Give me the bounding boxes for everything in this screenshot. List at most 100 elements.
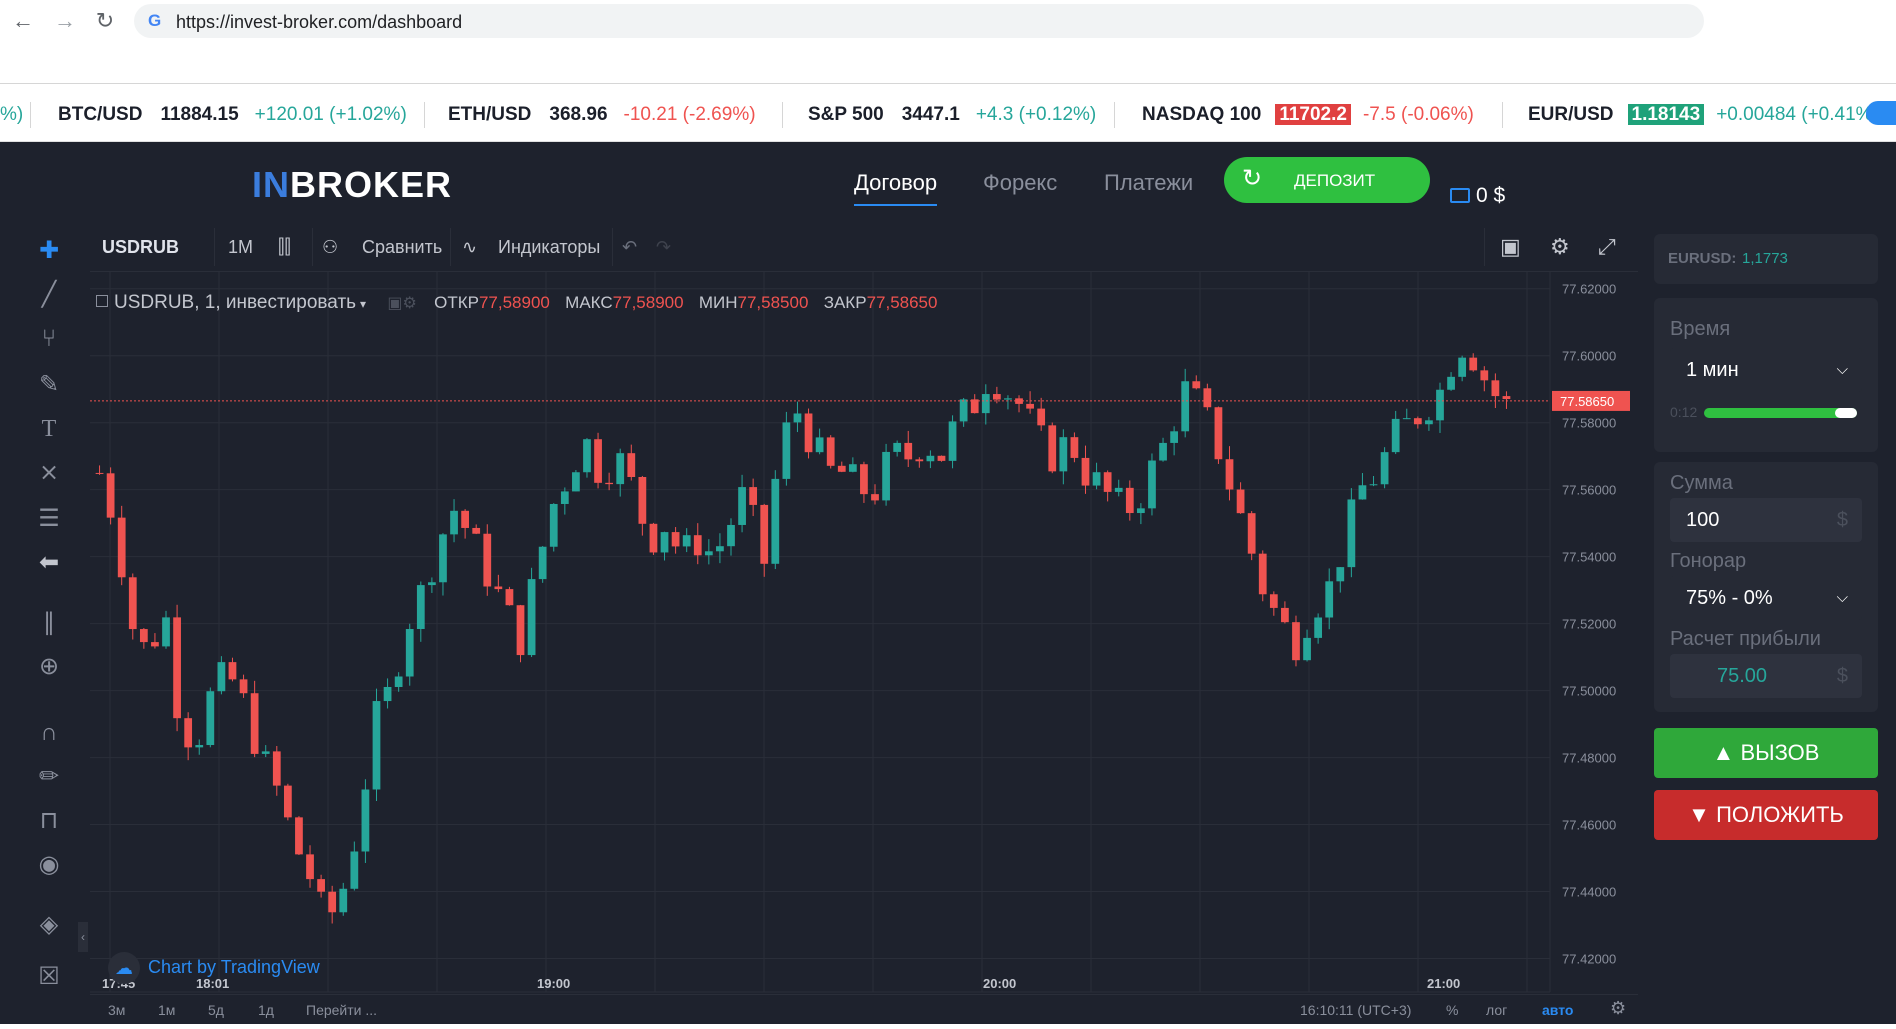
candle-body [1347, 499, 1356, 568]
candle-body [727, 524, 735, 547]
candle-body [538, 546, 547, 580]
put-button[interactable]: ▼ ПОЛОЖИТЬ [1654, 790, 1878, 840]
candle-body [572, 472, 580, 492]
scale-settings-icon[interactable]: ⚙ [1610, 998, 1626, 1019]
crosshair-icon[interactable]: ✚ [32, 234, 66, 268]
ticker-item-nasdaq[interactable]: NASDAQ 100 11702.2 -7.5 (-0.06%) [1142, 103, 1474, 127]
fullscreen-icon[interactable]: ⤢ [1598, 236, 1616, 258]
time-select[interactable]: 1 мин ⌵ [1670, 348, 1862, 392]
candle-body [450, 510, 458, 535]
forward-icon[interactable]: → [54, 10, 76, 32]
candle-body [505, 589, 514, 606]
fork-icon[interactable]: ⑂ [32, 322, 66, 356]
fee-select[interactable]: 75% - 0% ⌵ [1670, 576, 1862, 620]
candle-body [184, 718, 193, 748]
candle-body [1114, 487, 1123, 492]
candle-body [992, 394, 1001, 400]
indicators-button[interactable]: Индикаторы [498, 236, 600, 258]
candle-body [793, 413, 802, 423]
zoom-in-icon[interactable]: ⊕ [32, 650, 66, 684]
candle-type-icon[interactable]: ⫿⫿ [278, 236, 291, 258]
candle-body [782, 422, 791, 479]
layers-icon[interactable]: ◈ [32, 908, 66, 942]
legend-dropdown-icon[interactable]: ▾ [360, 297, 366, 311]
candle-body [1425, 420, 1433, 425]
candlestick-chart[interactable]: 77.62000 77.60000 77.58000 77.56000 77.54000… [90, 272, 1638, 1024]
candle-body [1081, 457, 1090, 486]
legend-title[interactable]: USDRUB, 1, инвестировать [114, 292, 356, 313]
range-1m[interactable]: 1м [158, 1002, 175, 1018]
clock[interactable]: 16:10:11 (UTC+3) [1300, 1002, 1411, 1018]
candle-body [860, 464, 868, 495]
pattern-icon[interactable]: ⨯ [32, 456, 66, 490]
unlock-icon[interactable]: ⊓ [32, 804, 66, 838]
candle-body [173, 617, 181, 719]
price-ticker: %) BTC/USD 11884.15 +120.01 (+1.02%) ETH/U… [0, 85, 1896, 142]
eye-icon[interactable]: ◉ [32, 848, 66, 882]
percent-toggle[interactable]: % [1446, 1002, 1458, 1018]
ticker-item-btc[interactable]: BTC/USD 11884.15 +120.01 (+1.02%) [58, 103, 407, 127]
ticker-item-sp500[interactable]: S&P 500 3447.1 +4.3 (+0.12%) [808, 103, 1096, 127]
trend-line-icon[interactable]: ╱ [32, 278, 66, 312]
arrow-back-icon[interactable]: ⬅ [32, 546, 66, 580]
back-icon[interactable]: ← [12, 10, 34, 32]
compare-button[interactable]: Сравнить [362, 236, 442, 258]
interval-button[interactable]: 1M [228, 236, 253, 258]
collapse-legend-icon[interactable] [96, 295, 108, 307]
nav-contract[interactable]: Договор [854, 170, 938, 206]
range-3m[interactable]: 3м [108, 1002, 125, 1018]
balance[interactable]: 0 $ [1450, 184, 1505, 208]
candle-body [826, 437, 835, 466]
ticker-item-eurusd[interactable]: EUR/USD 1.18143 +0.00484 (+0.41% [1528, 103, 1873, 127]
goto-date-button[interactable]: Перейти ... [306, 1002, 377, 1018]
brush-icon[interactable]: ✎ [32, 368, 66, 402]
candle-body [848, 464, 857, 472]
legend-visibility-icon[interactable]: ▣⚙ [387, 295, 416, 312]
ticker-symbol: BTC/USD [58, 104, 143, 125]
lock-drawing-icon[interactable]: ✏ [32, 760, 66, 794]
deposit-button[interactable]: ↻ Депозит [1224, 157, 1430, 203]
candle-body [871, 494, 879, 501]
magnet-icon[interactable]: ∩ [32, 716, 66, 750]
indicators-icon[interactable]: ∿ [462, 236, 477, 258]
inbroker-logo[interactable]: INBROKER [252, 164, 452, 206]
candle-body [704, 551, 713, 556]
candle-body [1281, 607, 1289, 623]
chart-background [90, 272, 1638, 1024]
candle-body [583, 439, 591, 473]
tradingview-cloud-icon[interactable] [1866, 101, 1896, 125]
trash-icon[interactable]: ☒ [32, 960, 66, 994]
ruler-icon[interactable]: ∥ [32, 606, 66, 640]
redo-icon[interactable]: ↷ [656, 236, 671, 258]
profit-value: 75.00 [1716, 665, 1768, 687]
nav-forex[interactable]: Форекс [983, 170, 1057, 196]
camera-icon[interactable]: ▣ [1500, 236, 1521, 258]
undo-icon[interactable]: ↶ [622, 236, 637, 258]
candle-body [472, 527, 481, 534]
address-bar[interactable]: G https://invest-broker.com/dashboard [134, 4, 1704, 38]
fib-icon[interactable]: ☰ [32, 502, 66, 536]
legend-close: 77,58650 [866, 293, 938, 312]
reload-icon[interactable]: ↻ [94, 10, 116, 32]
tradingview-watermark[interactable]: ☁ Chart by TradingView [108, 952, 320, 984]
compare-icon[interactable]: ⚇ [322, 236, 338, 258]
candle-body [1214, 407, 1223, 460]
candle-body [893, 442, 902, 452]
candle-body [1436, 389, 1444, 421]
candle-body [283, 785, 292, 818]
text-icon[interactable]: T [32, 412, 66, 446]
candle-body [926, 455, 935, 462]
symbol-search[interactable]: USDRUB [102, 236, 179, 258]
settings-icon[interactable]: ⚙ [1550, 236, 1570, 258]
nav-payments[interactable]: Платежи [1104, 170, 1193, 196]
amount-input[interactable]: 100 $ [1670, 498, 1862, 542]
range-1d[interactable]: 1д [258, 1002, 274, 1018]
log-toggle[interactable]: лог [1486, 1002, 1507, 1018]
range-5d[interactable]: 5д [208, 1002, 224, 1018]
chart-plot[interactable]: 77.62000 77.60000 77.58000 77.56000 77.54000… [90, 272, 1638, 1024]
amount-label: Сумма [1670, 472, 1733, 494]
ticker-item-eth[interactable]: ETH/USD 368.96 -10.21 (-2.69%) [448, 103, 756, 127]
call-button[interactable]: ▲ ВЫЗОВ [1654, 728, 1878, 778]
collapse-toolbar-icon[interactable]: ‹ [78, 922, 88, 952]
auto-toggle[interactable]: авто [1542, 1002, 1573, 1018]
